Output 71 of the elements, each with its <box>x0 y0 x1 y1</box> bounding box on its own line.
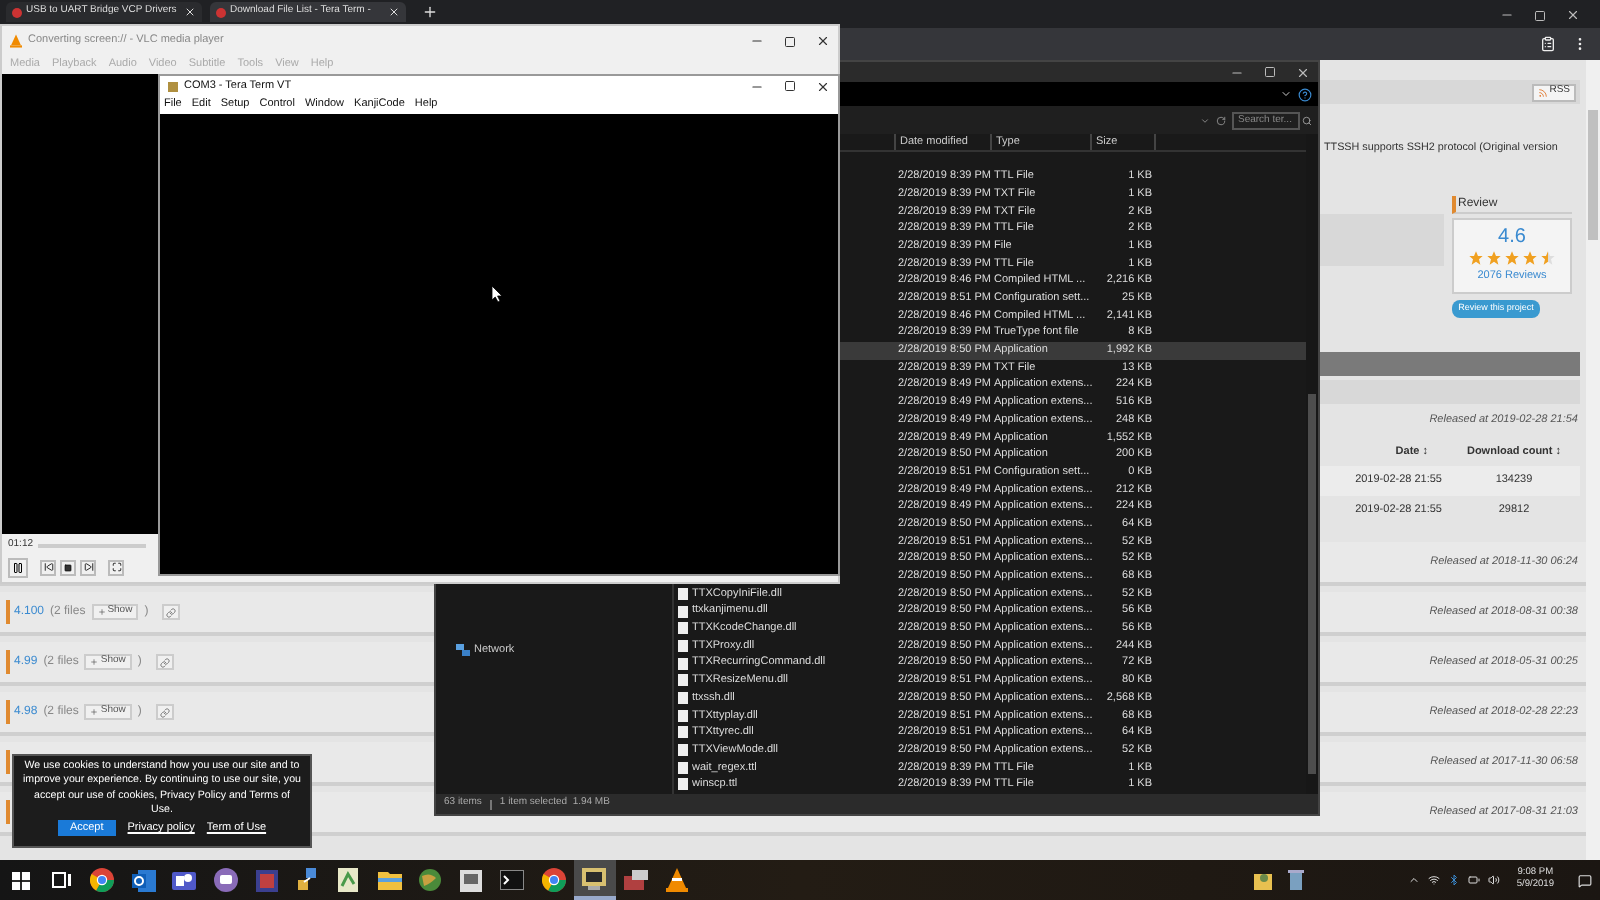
traffic-cone-icon[interactable] <box>665 868 688 892</box>
globe-app-icon[interactable] <box>418 868 443 892</box>
link-icon <box>166 607 177 617</box>
mail-app-icon[interactable] <box>131 869 156 891</box>
wifi-icon[interactable] <box>1428 874 1441 886</box>
pause-icon <box>12 561 24 573</box>
notes-app-icon[interactable] <box>338 868 359 892</box>
app-icon <box>168 81 178 91</box>
permalink-button[interactable] <box>155 704 174 720</box>
user-folder-icon[interactable] <box>1253 870 1271 890</box>
chevron-down-icon[interactable] <box>1280 88 1292 100</box>
folder-icon[interactable] <box>377 870 402 890</box>
close-icon[interactable] <box>816 34 830 48</box>
plus-icon <box>90 708 99 716</box>
search-icon <box>1302 115 1312 125</box>
plus-icon <box>90 658 99 666</box>
new-tab-icon[interactable] <box>422 4 438 20</box>
stop-icon <box>64 563 72 571</box>
page-scrollbar[interactable] <box>1586 60 1600 860</box>
next-icon <box>83 562 93 572</box>
chat-app-icon[interactable] <box>213 868 238 892</box>
windows-icon[interactable] <box>11 871 30 889</box>
network-app-icon[interactable] <box>295 868 320 892</box>
chevron-down-icon[interactable] <box>1200 115 1210 125</box>
editor-app-icon[interactable] <box>255 869 278 891</box>
minimize-icon[interactable] <box>1500 8 1514 22</box>
chevron-up-icon[interactable] <box>1408 874 1421 886</box>
terminal-icon[interactable] <box>500 870 525 890</box>
maximize-icon[interactable] <box>784 35 796 47</box>
next-button[interactable] <box>80 559 96 575</box>
recycle-bin-icon[interactable] <box>1287 870 1303 890</box>
help-icon[interactable] <box>1298 87 1312 101</box>
teraterm-app-icon[interactable] <box>582 867 607 889</box>
clipboard-icon[interactable] <box>1540 36 1556 52</box>
tool-app-icon[interactable] <box>623 869 648 891</box>
battery-icon[interactable] <box>1468 874 1481 886</box>
favicon-icon <box>216 7 226 17</box>
link-icon <box>159 657 170 667</box>
maximize-icon[interactable] <box>1264 66 1276 78</box>
info-panel <box>1316 214 1444 267</box>
fullscreen-icon <box>111 562 121 572</box>
stop-button[interactable] <box>60 559 76 575</box>
close-icon[interactable] <box>1566 8 1580 22</box>
favicon-icon <box>12 7 22 17</box>
browser-icon[interactable] <box>90 868 115 892</box>
maximize-icon[interactable] <box>784 80 796 92</box>
task-view-icon[interactable] <box>51 872 72 888</box>
volume-icon[interactable] <box>1488 874 1501 886</box>
bluetooth-icon[interactable] <box>1448 874 1461 886</box>
plus-icon <box>97 608 106 616</box>
refresh-icon[interactable] <box>1216 115 1226 125</box>
fullscreen-button[interactable] <box>108 559 124 575</box>
window-app-icon[interactable] <box>460 869 483 891</box>
pause-button[interactable] <box>8 557 28 577</box>
rating-value: 4.6 <box>1498 227 1526 248</box>
minimize-icon[interactable] <box>750 34 764 48</box>
previous-button[interactable] <box>40 559 56 575</box>
close-icon[interactable] <box>1296 65 1310 79</box>
permalink-button[interactable] <box>155 654 174 670</box>
traffic-cone-icon <box>10 34 22 48</box>
notifications-icon[interactable] <box>1578 873 1592 887</box>
browser-icon[interactable] <box>541 868 566 892</box>
network-icon <box>456 644 470 657</box>
maximize-icon[interactable] <box>1534 9 1546 21</box>
close-icon[interactable] <box>816 79 830 93</box>
cursor-icon <box>492 286 502 302</box>
previous-icon <box>43 562 53 572</box>
permalink-button[interactable] <box>162 604 181 620</box>
link-icon <box>159 707 170 717</box>
rss-icon <box>1537 87 1548 97</box>
people-app-icon[interactable] <box>172 869 197 891</box>
